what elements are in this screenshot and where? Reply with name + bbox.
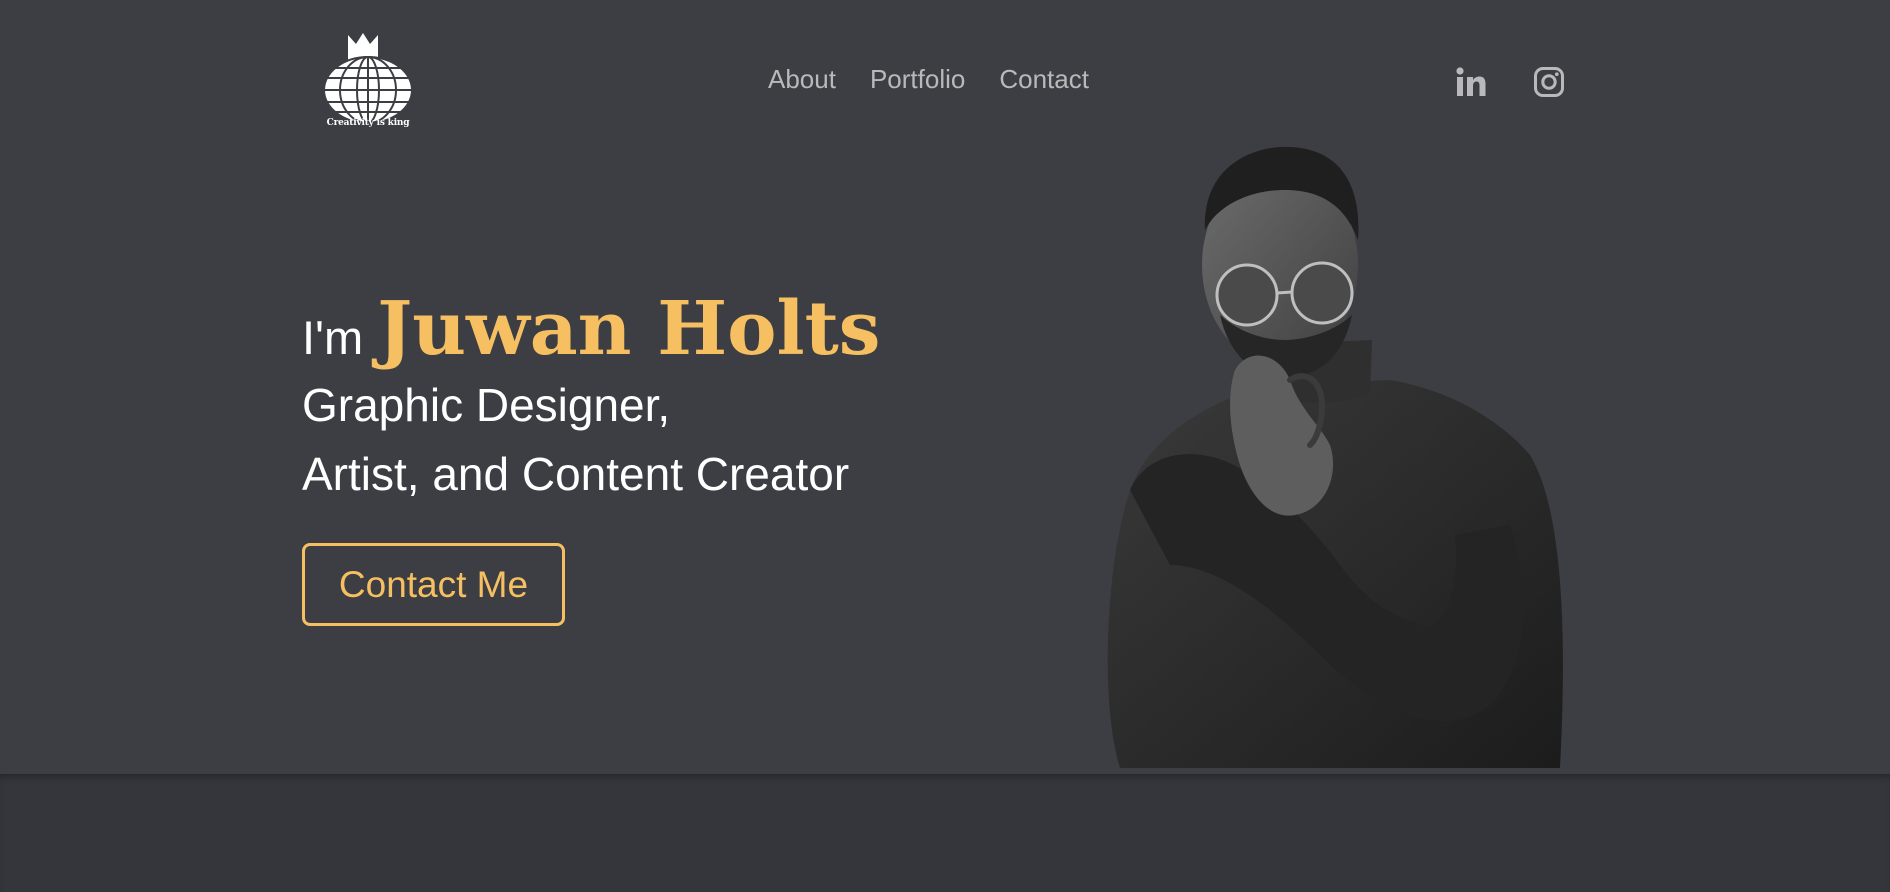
main-nav: About Portfolio Contact	[768, 64, 1089, 95]
logo-tagline: Creativity is king	[326, 118, 410, 128]
hero-heading: I'm Juwan Holts	[302, 286, 880, 372]
nav-about[interactable]: About	[768, 64, 836, 95]
nav-portfolio[interactable]: Portfolio	[870, 64, 965, 95]
hero-section: Creativity is king About Portfolio Conta…	[0, 0, 1890, 774]
linkedin-icon[interactable]	[1455, 66, 1487, 98]
person-name: Juwan Holts	[377, 286, 881, 372]
role-line-1: Graphic Designer,	[302, 379, 671, 431]
instagram-icon[interactable]	[1533, 66, 1565, 98]
nav-contact[interactable]: Contact	[999, 64, 1089, 95]
brand-logo[interactable]: Creativity is king	[318, 30, 418, 134]
intro-text: I'm	[302, 311, 364, 364]
next-section	[0, 774, 1890, 892]
portrait-image	[1090, 145, 1570, 768]
role-line-2: Artist, and Content Creator	[302, 448, 850, 500]
contact-me-button[interactable]: Contact Me	[302, 543, 565, 626]
